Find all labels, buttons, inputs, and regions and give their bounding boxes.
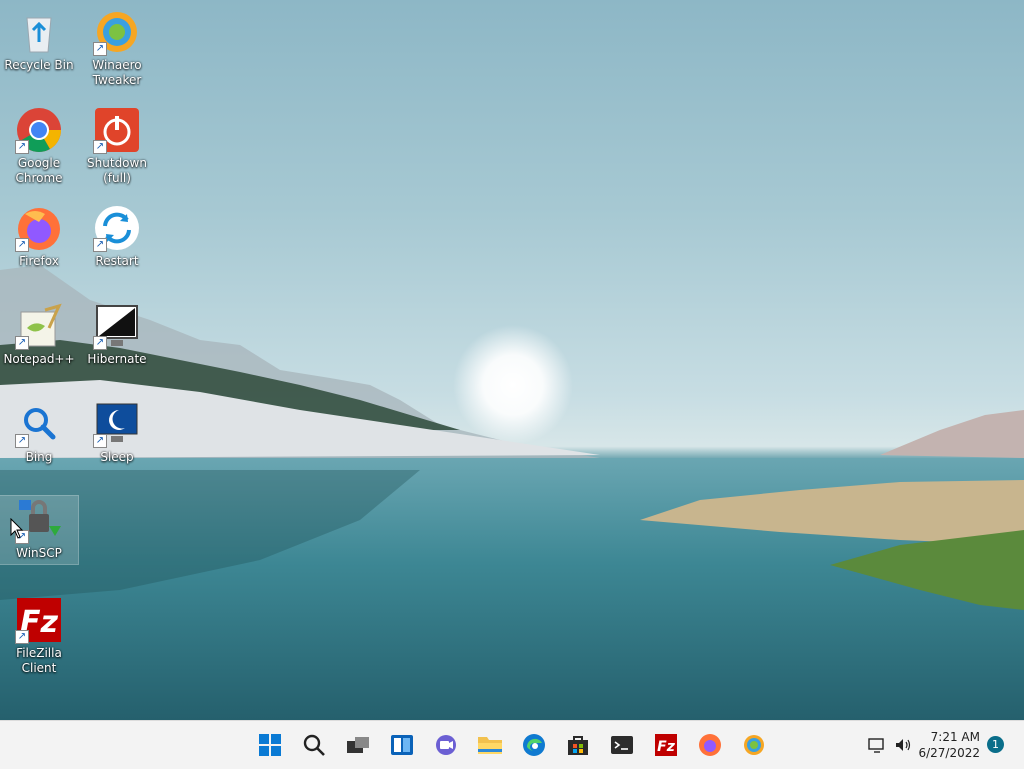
icon-label: Hibernate xyxy=(87,352,147,366)
filezilla-icon: Fz xyxy=(655,734,677,756)
icon-label: Notepad++ xyxy=(3,352,75,366)
firefox-button[interactable] xyxy=(694,729,726,761)
filezilla-button[interactable]: Fz xyxy=(650,729,682,761)
taskbar: Fz 7:21 AM 6/27/2022 1 xyxy=(0,720,1024,769)
shortcut-arrow-icon: ↗ xyxy=(15,434,29,448)
desktop-icon-winaero-tweaker[interactable]: ↗ Winaero Tweaker xyxy=(78,8,156,88)
clock-time: 7:21 AM xyxy=(930,730,980,744)
hibernate-icon: ↗ xyxy=(93,302,141,350)
svg-text:Fz: Fz xyxy=(657,739,676,755)
shortcut-arrow-icon: ↗ xyxy=(93,42,107,56)
restart-icon: ↗ xyxy=(93,204,141,252)
file-explorer-icon xyxy=(478,737,502,754)
chrome-icon: ↗ xyxy=(15,106,63,154)
notification-badge[interactable]: 1 xyxy=(987,736,1004,753)
start-button[interactable] xyxy=(254,729,286,761)
shortcut-arrow-icon: ↗ xyxy=(93,238,107,252)
icon-label: Bing xyxy=(25,450,53,464)
start-icon xyxy=(259,734,281,756)
chat-icon xyxy=(436,735,456,755)
edge-button[interactable] xyxy=(518,729,550,761)
winaero-icon xyxy=(744,735,764,755)
winaero-tweaker-icon: ↗ xyxy=(93,8,141,56)
desktop-icon-recycle-bin[interactable]: Recycle Bin xyxy=(0,8,78,73)
desktop-icon-shutdown-full[interactable]: ↗ Shutdown (full) xyxy=(78,106,156,186)
widgets-icon xyxy=(391,735,413,755)
bing-search-icon: ↗ xyxy=(15,400,63,448)
desktop-icon-sleep[interactable]: ↗ Sleep xyxy=(78,400,156,465)
firefox-icon: ↗ xyxy=(15,204,63,252)
icon-label: Restart xyxy=(95,254,139,268)
shortcut-arrow-icon: ↗ xyxy=(15,140,29,154)
filezilla-icon: Fz ↗ xyxy=(15,596,63,644)
desktop-icon-hibernate[interactable]: ↗ Hibernate xyxy=(78,302,156,367)
desktop-icon-google-chrome[interactable]: ↗ Google Chrome xyxy=(0,106,78,186)
winaero-button[interactable] xyxy=(738,729,770,761)
terminal-icon xyxy=(611,736,633,754)
mouse-cursor-icon xyxy=(10,518,24,539)
task-view-icon xyxy=(347,737,369,753)
icon-label: Firefox xyxy=(19,254,59,268)
icon-label: FileZilla Client xyxy=(16,646,62,675)
volume-icon[interactable] xyxy=(894,736,912,754)
notepad-plus-plus-icon: ↗ xyxy=(15,302,63,350)
shortcut-arrow-icon: ↗ xyxy=(93,336,107,350)
edge-icon xyxy=(523,734,545,756)
shutdown-icon: ↗ xyxy=(93,106,141,154)
desktop-icon-bing[interactable]: ↗ Bing xyxy=(0,400,78,465)
chat-button[interactable] xyxy=(430,729,462,761)
icon-label: Recycle Bin xyxy=(4,58,74,72)
file-explorer-button[interactable] xyxy=(474,729,506,761)
desktop-icon-firefox[interactable]: ↗ Firefox xyxy=(0,204,78,269)
icon-label: WinSCP xyxy=(16,546,62,560)
desktop-icon-restart[interactable]: ↗ Restart xyxy=(78,204,156,269)
icon-label: Sleep xyxy=(100,450,134,464)
shortcut-arrow-icon: ↗ xyxy=(15,336,29,350)
shortcut-arrow-icon: ↗ xyxy=(15,238,29,252)
sleep-icon: ↗ xyxy=(93,400,141,448)
shortcut-arrow-icon: ↗ xyxy=(93,434,107,448)
widgets-button[interactable] xyxy=(386,729,418,761)
search-button[interactable] xyxy=(298,729,330,761)
icon-label: Winaero Tweaker xyxy=(92,58,142,87)
shortcut-arrow-icon: ↗ xyxy=(93,140,107,154)
store-icon xyxy=(568,736,588,755)
desktop[interactable]: Recycle Bin ↗ Google Chrome ↗ Firefox ↗ … xyxy=(0,0,1024,720)
shortcut-arrow-icon: ↗ xyxy=(15,630,29,644)
network-icon[interactable] xyxy=(868,736,886,754)
terminal-button[interactable] xyxy=(606,729,638,761)
search-icon xyxy=(303,734,325,756)
desktop-icon-notepad-plus-plus[interactable]: ↗ Notepad++ xyxy=(0,302,78,367)
desktop-icon-filezilla-client[interactable]: Fz ↗ FileZilla Client xyxy=(0,596,78,676)
recycle-bin-icon xyxy=(15,8,63,56)
firefox-icon xyxy=(699,734,721,756)
system-tray[interactable] xyxy=(868,721,912,769)
icon-label: Shutdown (full) xyxy=(87,156,147,185)
clock-date: 6/27/2022 xyxy=(918,746,980,760)
icon-label: Google Chrome xyxy=(15,156,63,185)
store-button[interactable] xyxy=(562,729,594,761)
clock[interactable]: 7:21 AM 6/27/2022 xyxy=(918,729,980,761)
task-view-button[interactable] xyxy=(342,729,374,761)
